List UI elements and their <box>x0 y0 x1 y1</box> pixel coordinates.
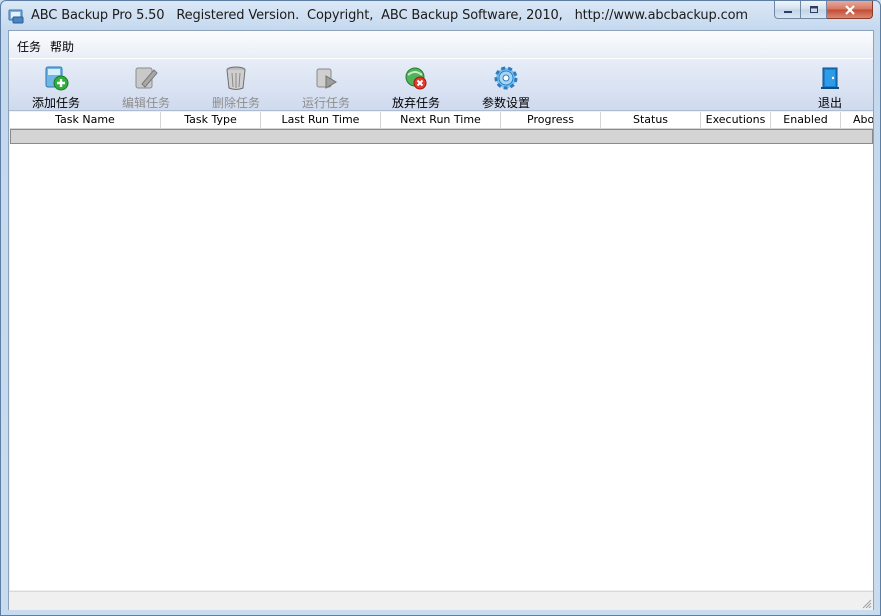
column-header-status[interactable]: Status <box>601 112 701 128</box>
run-task-label: 运行任务 <box>301 96 350 110</box>
add-task-button[interactable]: 添加任务 <box>11 59 101 111</box>
menu-help[interactable]: 帮助 <box>50 38 74 55</box>
column-header-task-name[interactable]: Task Name <box>10 112 161 128</box>
title-bar[interactable]: ABC Backup Pro 5.50 Registered Version. … <box>1 1 880 30</box>
table-row[interactable] <box>10 129 873 144</box>
restore-button[interactable] <box>801 1 827 19</box>
client-area: 任务 帮助 添加任务 编辑任务 删除任务 运行任务 放弃任务 参数设置 退出 T… <box>8 30 874 610</box>
minimize-button[interactable] <box>774 1 801 19</box>
edit-task-label: 编辑任务 <box>121 96 170 110</box>
column-header-enabled[interactable]: Enabled <box>771 112 841 128</box>
menu-task[interactable]: 任务 <box>17 38 41 55</box>
restore-icon <box>809 5 818 13</box>
window-title: ABC Backup Pro 5.50 Registered Version. … <box>31 8 748 23</box>
settings-label: 参数设置 <box>481 96 530 110</box>
delete-task-button[interactable]: 删除任务 <box>191 59 281 111</box>
column-header-progress[interactable]: Progress <box>501 112 601 128</box>
settings-button[interactable]: 参数设置 <box>461 59 551 111</box>
run-task-button[interactable]: 运行任务 <box>281 59 371 111</box>
close-button[interactable] <box>827 1 873 19</box>
resize-grip-icon[interactable] <box>860 597 872 609</box>
trash-icon <box>226 66 246 90</box>
edit-task-icon <box>135 67 158 89</box>
menu-bar: 任务 帮助 <box>9 31 873 58</box>
toolbar: 添加任务 编辑任务 删除任务 运行任务 放弃任务 参数设置 退出 <box>9 58 873 111</box>
minimize-icon <box>783 10 792 13</box>
column-header-executions[interactable]: Executions <box>701 112 771 128</box>
status-bar <box>9 591 873 610</box>
abort-task-button[interactable]: 放弃任务 <box>371 59 461 111</box>
column-header-task-type[interactable]: Task Type <box>161 112 261 128</box>
add-task-label: 添加任务 <box>31 96 80 110</box>
exit-label: 退出 <box>817 96 842 110</box>
abort-task-label: 放弃任务 <box>391 96 440 110</box>
app-icon[interactable] <box>8 7 25 24</box>
table-header: Task Name Task Type Last Run Time Next R… <box>10 112 873 129</box>
close-icon <box>844 4 855 15</box>
exit-button[interactable]: 退出 <box>785 59 875 111</box>
exit-door-icon <box>821 67 839 89</box>
edit-task-button[interactable]: 编辑任务 <box>101 59 191 111</box>
column-header-next-run-time[interactable]: Next Run Time <box>381 112 501 128</box>
delete-task-label: 删除任务 <box>211 96 260 110</box>
abort-task-icon <box>405 67 427 90</box>
app-window: ABC Backup Pro 5.50 Registered Version. … <box>0 0 881 616</box>
task-table[interactable]: Task Name Task Type Last Run Time Next R… <box>10 112 873 590</box>
column-header-last-run-time[interactable]: Last Run Time <box>261 112 381 128</box>
column-header-abort[interactable]: Abort <box>841 112 873 128</box>
run-task-icon <box>316 68 337 89</box>
settings-gear-icon <box>494 66 518 90</box>
add-task-icon <box>45 66 69 91</box>
